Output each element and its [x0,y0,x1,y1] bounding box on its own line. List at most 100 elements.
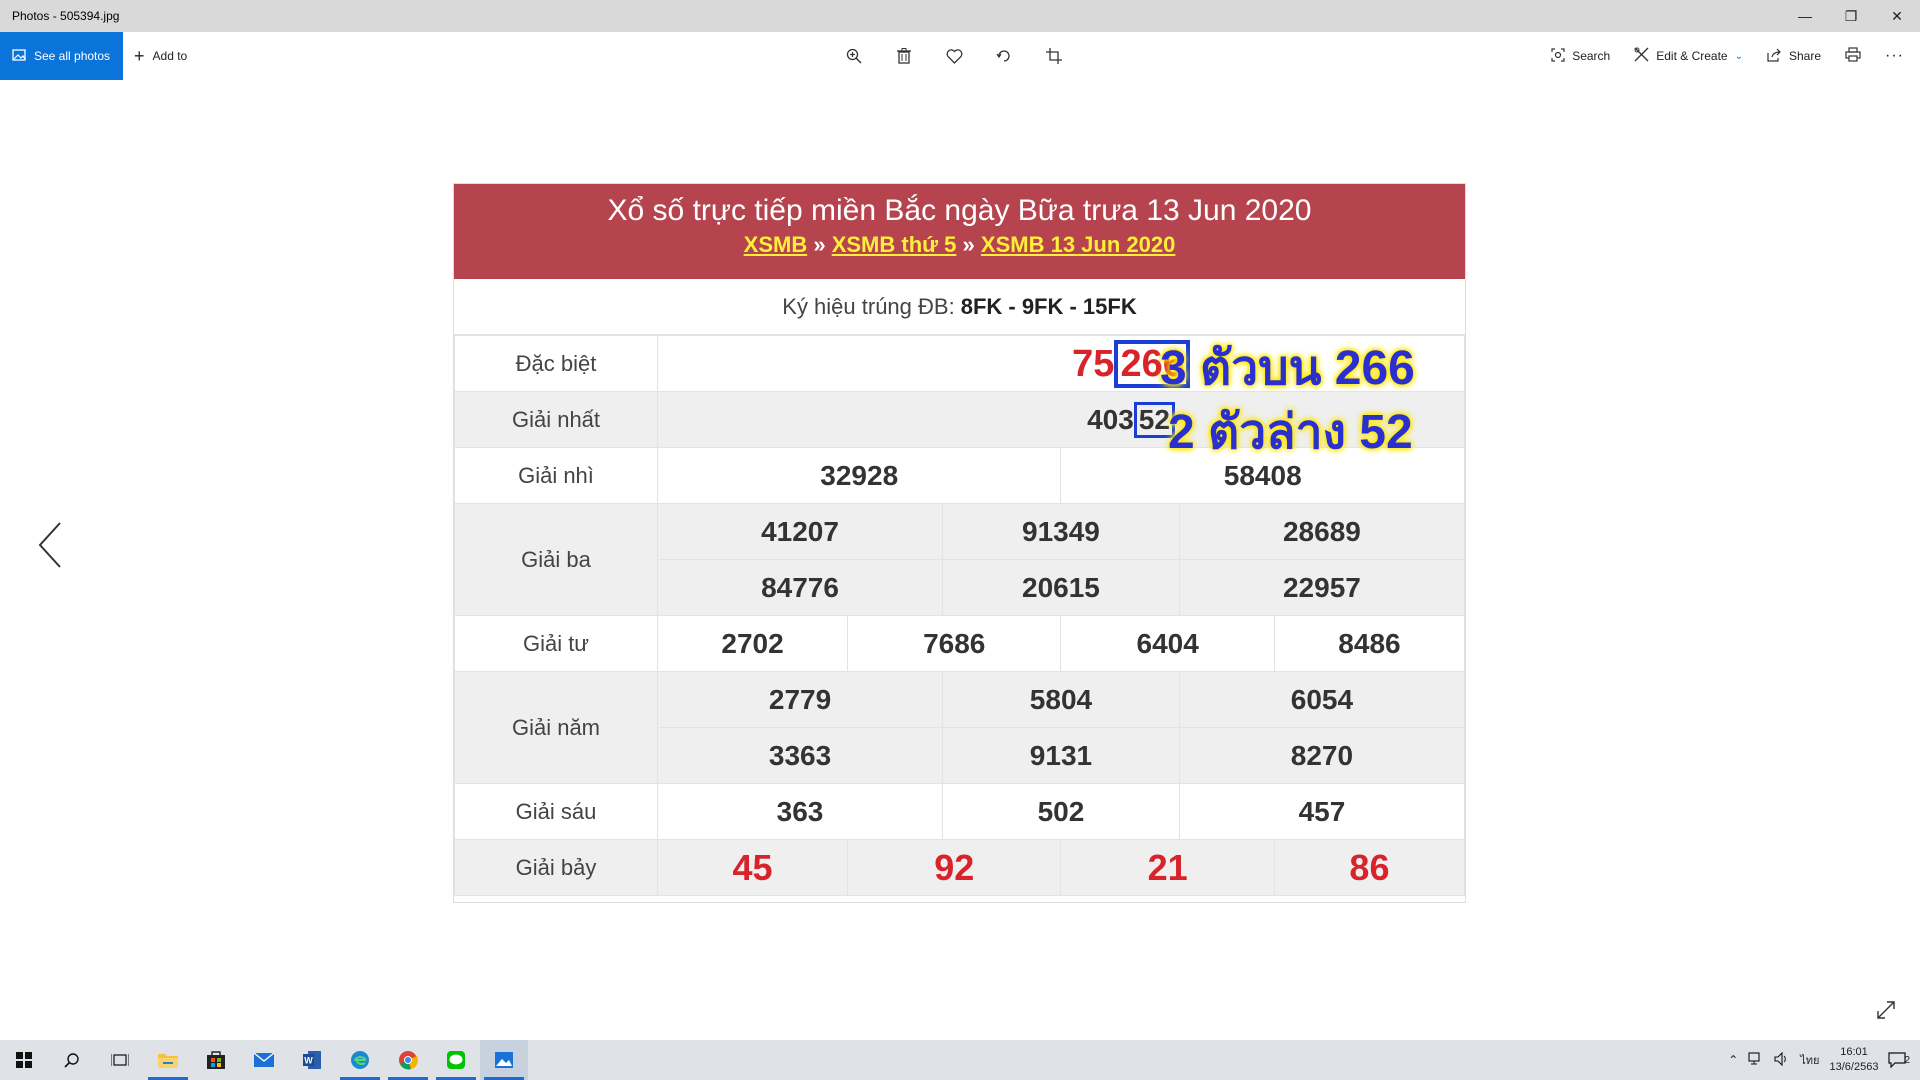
start-button[interactable] [0,1040,48,1080]
symbol-row: Ký hiệu trúng ĐB: 8FK - 9FK - 15FK [454,279,1465,335]
word-taskbar[interactable]: W [288,1040,336,1080]
chrome-icon [399,1051,418,1070]
notification-button[interactable]: 2 [1888,1052,1910,1068]
table-cell: 457 [1178,783,1466,840]
table-cell: 502 [942,783,1180,840]
prize-label: Giải ba [454,503,658,616]
folder-icon [158,1054,178,1068]
table-cell: 20615 [942,559,1180,616]
input-language[interactable]: ไทย [1800,1051,1819,1069]
search-label: Search [1572,49,1611,63]
svg-text:W: W [304,1056,313,1066]
table-cell: 91349 [942,503,1180,560]
symbol-value: 8FK - 9FK - 15FK [960,293,1137,319]
rotate-icon[interactable] [992,44,1016,68]
special-prefix: 75 [1072,342,1115,385]
print-icon [1845,47,1861,65]
line-icon [447,1051,465,1069]
overlay-two-digits: 2 ตัวล่าง 52 [1168,406,1413,459]
edit-create-button[interactable]: Edit & Create ⌄ [1634,47,1743,65]
close-button[interactable]: ✕ [1874,0,1920,32]
fullscreen-button[interactable] [1876,1000,1896,1020]
search-button[interactable]: Search [1551,47,1611,65]
photos-taskbar[interactable] [480,1040,528,1080]
photos-app-icon [495,1052,513,1068]
restore-button[interactable]: ❐ [1828,0,1874,32]
result-title: Xổ số trực tiếp miền Bắc ngày Bữa trưa 1… [607,194,1312,227]
table-cell: 7686 [847,615,1062,672]
prize-label: Giải sáu [454,783,658,840]
chevron-up-icon[interactable]: ⌃ [1728,1053,1738,1067]
prize-label: Giải bảy [454,839,658,896]
table-cell: 28689 [1178,503,1466,560]
breadcrumb: XSMB » XSMB thứ 5 » XSMB 13 Jun 2020 [743,232,1176,257]
see-all-photos-button[interactable]: See all photos [0,32,123,80]
share-button[interactable]: Share [1767,48,1821,65]
taskbar-search-button[interactable] [48,1040,96,1080]
taskbar: W ⌃ ไทย 16:01 13/6/2563 2 [0,1040,1920,1080]
prize-label: Giải nhì [454,447,658,504]
heart-icon[interactable] [942,44,966,68]
expand-icon [1877,1001,1895,1019]
first-prefix: 403 [1087,403,1134,435]
result-header: Xổ số trực tiếp miền Bắc ngày Bữa trưa 1… [454,184,1465,279]
crumb-xsmb-thu[interactable]: XSMB thứ 5 [832,232,957,257]
task-view-button[interactable] [96,1040,144,1080]
file-explorer-taskbar[interactable] [144,1040,192,1080]
windows-icon [16,1052,32,1068]
see-all-photos-label: See all photos [34,49,111,63]
table-cell: 5804 [942,671,1180,728]
print-button[interactable] [1845,47,1861,65]
chrome-taskbar[interactable] [384,1040,432,1080]
add-to-label: Add to [152,49,188,63]
network-icon[interactable] [1748,1051,1764,1069]
zoom-icon[interactable] [842,44,866,68]
title-bar: Photos - 505394.jpg — ❐ ✕ [0,0,1920,32]
more-icon: ··· [1885,47,1904,64]
photos-icon [12,48,26,65]
table-cell: 84776 [656,559,944,616]
plus-icon: + [134,45,145,66]
chevron-left-icon [38,522,61,568]
delete-icon[interactable] [892,44,916,68]
table-cell: 2779 [656,671,944,728]
clock-time: 16:01 [1840,1046,1868,1058]
image-viewer: Xổ số trực tiếp miền Bắc ngày Bữa trưa 1… [0,80,1920,1040]
system-tray: ⌃ ไทย 16:01 13/6/2563 2 [1728,1040,1920,1080]
table-cell: 363 [656,783,944,840]
prize-label: Giải năm [454,671,658,784]
edge-icon [351,1051,369,1069]
mail-icon [253,1052,275,1067]
table-cell: 8270 [1178,727,1466,784]
prize-label: Đặc biệt [454,335,658,392]
search-icon [1551,47,1565,65]
search-icon [64,1053,79,1068]
table-cell: 32928 [656,447,1062,504]
edge-taskbar[interactable] [336,1040,384,1080]
prize-label: Giải nhất [454,391,658,448]
minimize-button[interactable]: — [1782,0,1828,32]
more-options-button[interactable]: ··· [1885,47,1904,65]
table-cell: 45 [656,839,849,896]
notification-count: 2 [1904,1054,1910,1066]
clock[interactable]: 16:01 13/6/2563 [1830,1045,1879,1075]
chevron-down-icon: ⌄ [1734,50,1743,62]
store-taskbar[interactable] [192,1040,240,1080]
word-icon: W [303,1051,321,1069]
crumb-xsmb-date[interactable]: XSMB 13 Jun 2020 [981,232,1175,257]
line-taskbar[interactable] [432,1040,480,1080]
table-cell: 86 [1273,839,1466,896]
volume-icon[interactable] [1774,1051,1790,1069]
mail-taskbar[interactable] [240,1040,288,1080]
add-to-button[interactable]: + Add to [134,32,187,80]
table-cell: 8486 [1273,615,1466,672]
crop-icon[interactable] [1042,44,1066,68]
symbol-label: Ký hiệu trúng ĐB: [782,293,955,319]
table-cell: 22957 [1178,559,1466,616]
table-cell: 2702 [656,615,849,672]
task-view-icon [111,1054,129,1066]
clock-date: 13/6/2563 [1829,1061,1879,1073]
previous-photo-button[interactable] [36,520,64,570]
crumb-xsmb[interactable]: XSMB [744,232,808,257]
share-icon [1767,48,1782,65]
